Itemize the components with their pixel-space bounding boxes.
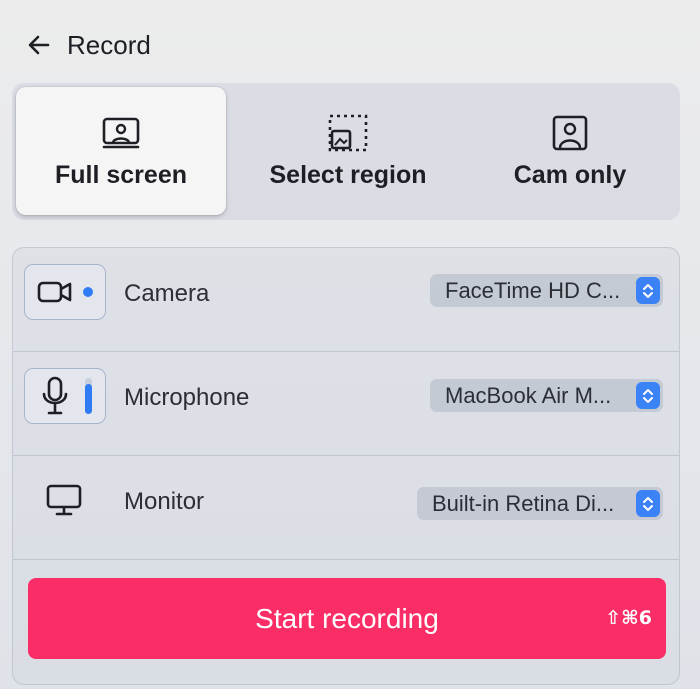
- chevron-up-down-icon: [636, 382, 660, 409]
- mode-label: Select region: [269, 161, 427, 189]
- mode-selector: Full screen Select region Cam only: [12, 83, 680, 220]
- keyboard-shortcut: ⇧⌘6: [605, 607, 652, 629]
- monitor-label: Monitor: [124, 488, 205, 515]
- monitor-icon: [46, 484, 82, 516]
- monitor-user-icon: [101, 113, 141, 153]
- mode-select-region[interactable]: Select region: [248, 83, 448, 220]
- mode-label: Cam only: [513, 161, 627, 189]
- microphone-select-value: MacBook Air M...: [445, 382, 612, 408]
- camera-toggle[interactable]: [24, 264, 106, 320]
- microphone-icon: [42, 376, 92, 415]
- start-recording-label: Start recording: [255, 602, 439, 634]
- mode-label: Full screen: [55, 160, 187, 189]
- camera-row: Camera FaceTime HD C...: [13, 248, 679, 352]
- region-select-icon: [327, 113, 369, 153]
- start-recording-button[interactable]: Start recording ⇧⌘6: [28, 578, 666, 659]
- mode-cam-only[interactable]: Cam only: [470, 83, 670, 220]
- mode-full-screen[interactable]: Full screen: [16, 87, 226, 215]
- monitor-row: Monitor Built-in Retina Di...: [13, 456, 679, 560]
- arrow-left-icon: [28, 35, 50, 55]
- chevron-up-down-icon: [636, 490, 660, 517]
- user-frame-icon: [551, 113, 589, 153]
- microphone-label: Microphone: [124, 384, 250, 411]
- monitor-toggle[interactable]: [24, 472, 106, 528]
- camera-select-value: FaceTime HD C...: [445, 277, 621, 303]
- back-button[interactable]: [26, 32, 52, 58]
- chevron-up-down-icon: [636, 277, 660, 304]
- device-panel: Camera FaceTime HD C... Microphone MacBo…: [12, 247, 680, 685]
- monitor-select-value: Built-in Retina Di...: [432, 490, 615, 516]
- monitor-select[interactable]: Built-in Retina Di...: [417, 487, 663, 520]
- video-camera-icon: [37, 281, 93, 303]
- microphone-toggle[interactable]: [24, 368, 106, 424]
- camera-select[interactable]: FaceTime HD C...: [430, 274, 663, 307]
- page-title: Record: [67, 29, 151, 60]
- camera-label: Camera: [124, 280, 210, 307]
- microphone-select[interactable]: MacBook Air M...: [430, 379, 663, 412]
- microphone-row: Microphone MacBook Air M...: [13, 352, 679, 456]
- header: Record: [26, 28, 151, 62]
